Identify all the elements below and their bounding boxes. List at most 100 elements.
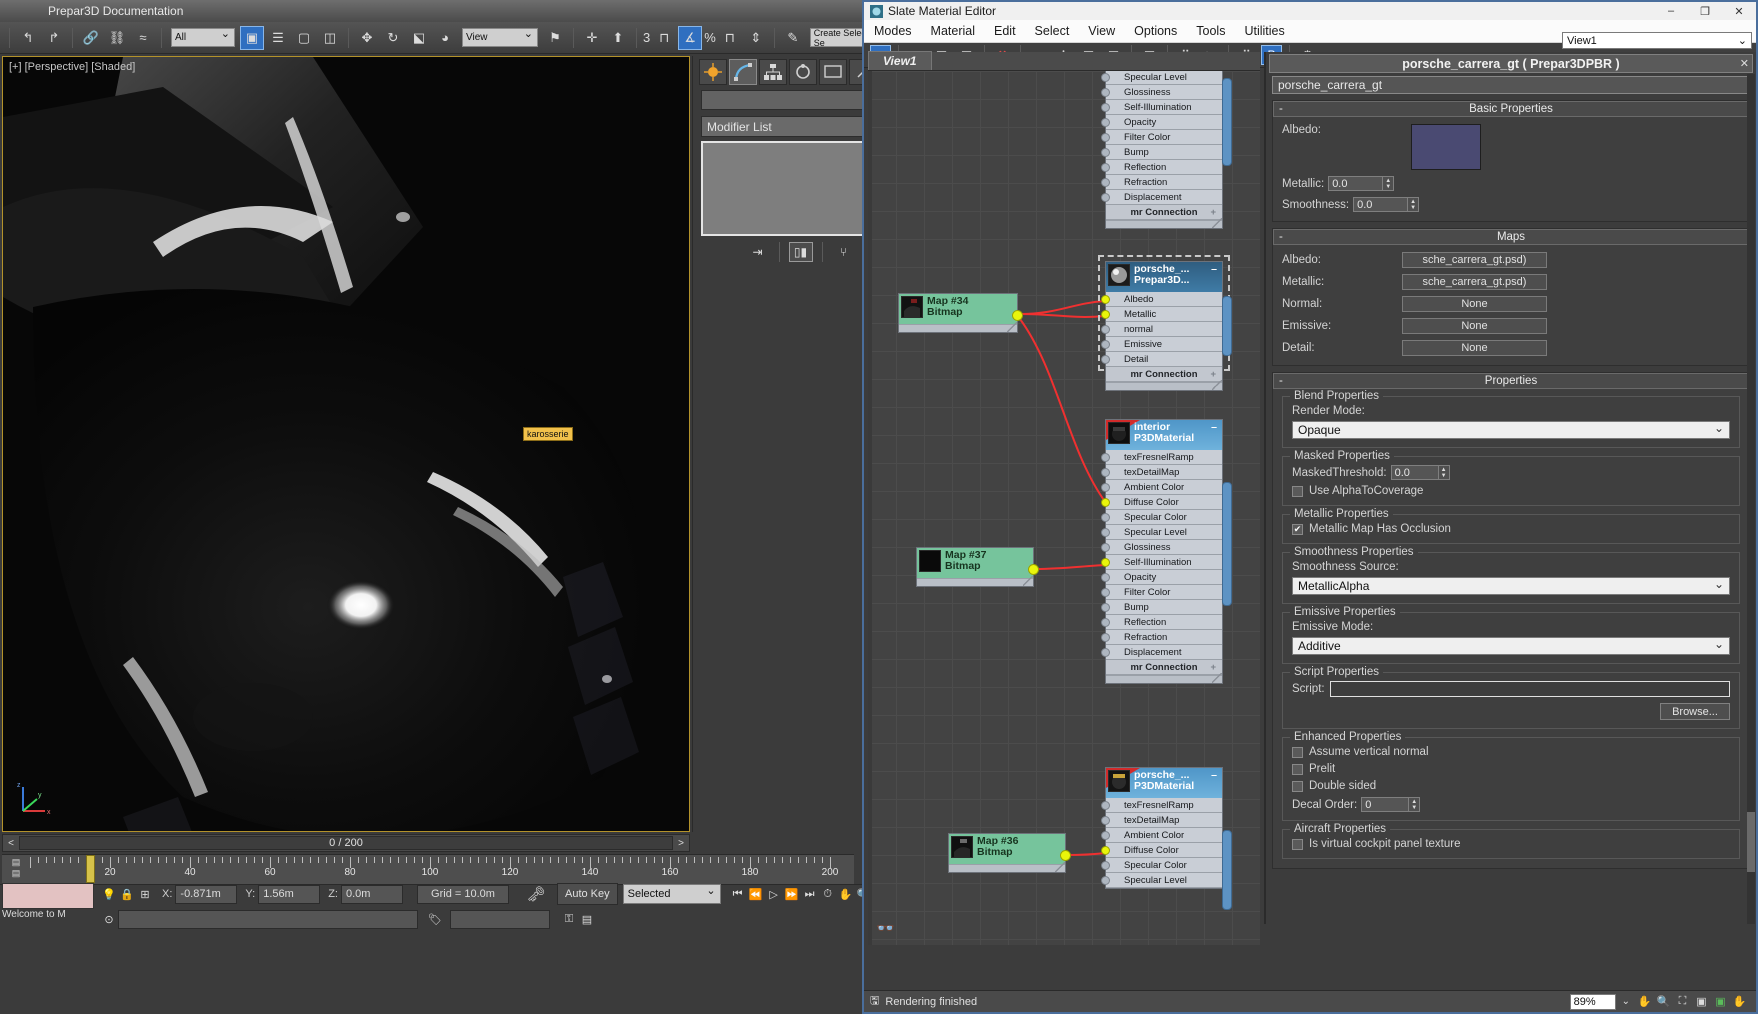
use-alpha-to-coverage-row[interactable]: Use AlphaToCoverage (1292, 485, 1730, 497)
track-bar-open-icon[interactable]: ▤ ▤ (6, 857, 26, 881)
node-resize-handle[interactable] (1212, 218, 1222, 228)
rollup-collapse-icon[interactable]: - (1279, 103, 1283, 115)
auto-key-button[interactable]: Auto Key (556, 883, 618, 905)
slot-connector[interactable] (1101, 483, 1110, 492)
show-end-result-icon[interactable]: ▯▮ (788, 242, 813, 262)
motion-tab-icon[interactable] (789, 59, 817, 85)
assume-vertical-normal-checkbox[interactable] (1292, 746, 1303, 758)
slot-connector[interactable] (1101, 573, 1110, 582)
rollup-properties[interactable]: - Properties Blend Properties Render Mod… (1272, 372, 1750, 869)
node-interior[interactable]: interior P3DMaterial – texFresnelRamp te… (1101, 419, 1232, 684)
node-resize-handle[interactable] (1023, 576, 1033, 586)
time-configuration-icon[interactable]: ⏱ (819, 884, 837, 904)
rollup-maps[interactable]: - Maps Albedo: sche_carrera_gt.psd) Metal… (1272, 228, 1750, 366)
navigator-icon[interactable]: 👓 (876, 919, 895, 937)
node-slot[interactable]: Ambient Color (1101, 480, 1222, 495)
perspective-viewport[interactable]: [+] [Perspective] [Shaded] karosserie z … (2, 56, 690, 832)
node-view-tab-strip[interactable]: View1 (868, 51, 1260, 71)
angle-snap-toggle-icon[interactable]: ∡ (678, 25, 703, 50)
node-slot[interactable]: Reflection (1101, 615, 1222, 630)
slot-connector[interactable] (1101, 178, 1110, 187)
create-tab-icon[interactable] (699, 59, 727, 85)
node-mr-connection[interactable]: mr Connection (1106, 660, 1222, 675)
go-to-start-icon[interactable]: ⏮ (729, 884, 747, 904)
node-collapse-icon[interactable]: – (1208, 770, 1220, 781)
node-header[interactable]: interior P3DMaterial – (1106, 420, 1222, 450)
rollup-collapse-icon[interactable]: - (1279, 375, 1283, 387)
slot-connector[interactable] (1101, 163, 1110, 172)
slot-connector[interactable] (1101, 633, 1110, 642)
node-resize-handle[interactable] (1055, 862, 1065, 872)
double-sided-checkbox[interactable] (1292, 780, 1303, 792)
node-slot[interactable]: texFresnelRamp (1101, 798, 1222, 813)
maximize-icon[interactable]: ❐ (1688, 2, 1722, 20)
slot-connector[interactable] (1101, 528, 1110, 537)
rollup-collapse-icon[interactable]: - (1279, 231, 1283, 243)
node-mr-connection[interactable]: mr Connection (1106, 205, 1222, 220)
metallic-spinner-arrows[interactable]: ▲ ▼ (1383, 176, 1395, 191)
use-pivot-point-center-icon[interactable]: ⚑ (543, 26, 567, 50)
assume-vertical-normal-row[interactable]: Assume vertical normal (1292, 746, 1730, 758)
menu-edit[interactable]: Edit (994, 24, 1016, 38)
map-button-emissive[interactable]: None (1402, 318, 1547, 334)
pan-tool-icon[interactable]: ✋ (1636, 993, 1653, 1010)
node-map36[interactable]: Map #36 Bitmap (948, 833, 1071, 873)
slot-connector[interactable] (1101, 588, 1110, 597)
node-graph-canvas[interactable]: Specular Level Glossiness Self-Illuminat… (868, 71, 1260, 945)
material-name-field[interactable]: porsche_carrera_gt (1272, 76, 1750, 94)
hierarchy-tab-icon[interactable] (759, 59, 787, 85)
reference-coordinate-system-combo[interactable]: View (462, 27, 538, 47)
slot-connector[interactable] (1101, 118, 1110, 127)
script-input[interactable] (1329, 681, 1730, 697)
pan-navigator-icon[interactable]: ✋ (1731, 993, 1748, 1010)
slot-connector[interactable] (1101, 876, 1110, 885)
node-slot-self-illumination[interactable]: Self-Illumination (1101, 555, 1222, 570)
virtual-cockpit-checkbox[interactable] (1292, 838, 1303, 850)
smoothness-spinner-arrows[interactable]: ▲ ▼ (1408, 197, 1420, 212)
node-header[interactable]: Map #37 Bitmap (917, 548, 1033, 578)
map-button-detail[interactable]: None (1402, 340, 1547, 356)
node-slot[interactable]: Reflection (1101, 160, 1222, 175)
spinner-snap-toggle-icon[interactable]: ⇕ (744, 26, 768, 50)
node-scrollbar[interactable] (1222, 482, 1232, 606)
menu-modes[interactable]: Modes (874, 24, 912, 38)
z-coordinate-field[interactable]: 0.0m (340, 884, 403, 904)
next-frame-icon[interactable]: ⏩ (783, 884, 801, 904)
slot-connector[interactable] (1101, 831, 1110, 840)
slot-connector[interactable] (1101, 468, 1110, 477)
node-top-material[interactable]: Specular Level Glossiness Self-Illuminat… (1101, 71, 1232, 229)
zoom-extents-icon[interactable]: ▣ (1693, 993, 1710, 1010)
zoom-tool-icon[interactable]: 🔍 (1655, 993, 1672, 1010)
set-key-button[interactable]: ⚿ (560, 909, 578, 929)
parameter-panel-scrollbar-track[interactable] (1747, 74, 1755, 924)
play-animation-icon[interactable]: ▷ (765, 884, 783, 904)
prelit-row[interactable]: Prelit (1292, 763, 1730, 775)
decal-order-arrows[interactable]: ▲ ▼ (1409, 797, 1421, 812)
max-main-toolbar[interactable]: ↰ ↱ 🔗 ⛓ ≈ All ▣ ☰ ▢ ◫ ✥ ↻ ⬕ ◕ View ⚑ ✛ ⬆… (0, 22, 964, 54)
node-output-connector[interactable] (1028, 564, 1039, 575)
virtual-cockpit-row[interactable]: Is virtual cockpit panel texture (1292, 838, 1730, 850)
map-button-normal[interactable]: None (1402, 296, 1547, 312)
unlink-selection-icon[interactable]: ⛓ (105, 26, 129, 50)
slot-connector[interactable] (1101, 453, 1110, 462)
key-filters-button[interactable]: ▤ (578, 909, 596, 929)
make-unique-icon[interactable]: ⑂ (832, 242, 856, 262)
node-slot[interactable]: Bump (1101, 145, 1222, 160)
slot-connector[interactable] (1101, 861, 1110, 870)
display-tab-icon[interactable] (819, 59, 847, 85)
selection-lock-bulb-icon[interactable]: 💡 (100, 884, 118, 904)
slot-connector[interactable] (1101, 816, 1110, 825)
node-output-connector[interactable] (1060, 850, 1071, 861)
percent-snap-toggle-icon[interactable]: ⊓ (718, 26, 742, 50)
undo-icon[interactable]: ↰ (16, 26, 40, 50)
node-map37[interactable]: Map #37 Bitmap (916, 547, 1039, 587)
slot-connector[interactable] (1101, 193, 1110, 202)
pan-view-icon[interactable]: ✋ (837, 884, 855, 904)
previous-frame-icon[interactable]: ⏪ (747, 884, 765, 904)
go-to-end-icon[interactable]: ⏭ (801, 884, 819, 904)
menu-options[interactable]: Options (1134, 24, 1177, 38)
menu-material[interactable]: Material (931, 24, 975, 38)
node-slot[interactable]: Specular Level (1101, 525, 1222, 540)
y-coordinate-field[interactable]: 1.56m (258, 884, 321, 904)
map-button-metallic[interactable]: sche_carrera_gt.psd) (1402, 274, 1547, 290)
